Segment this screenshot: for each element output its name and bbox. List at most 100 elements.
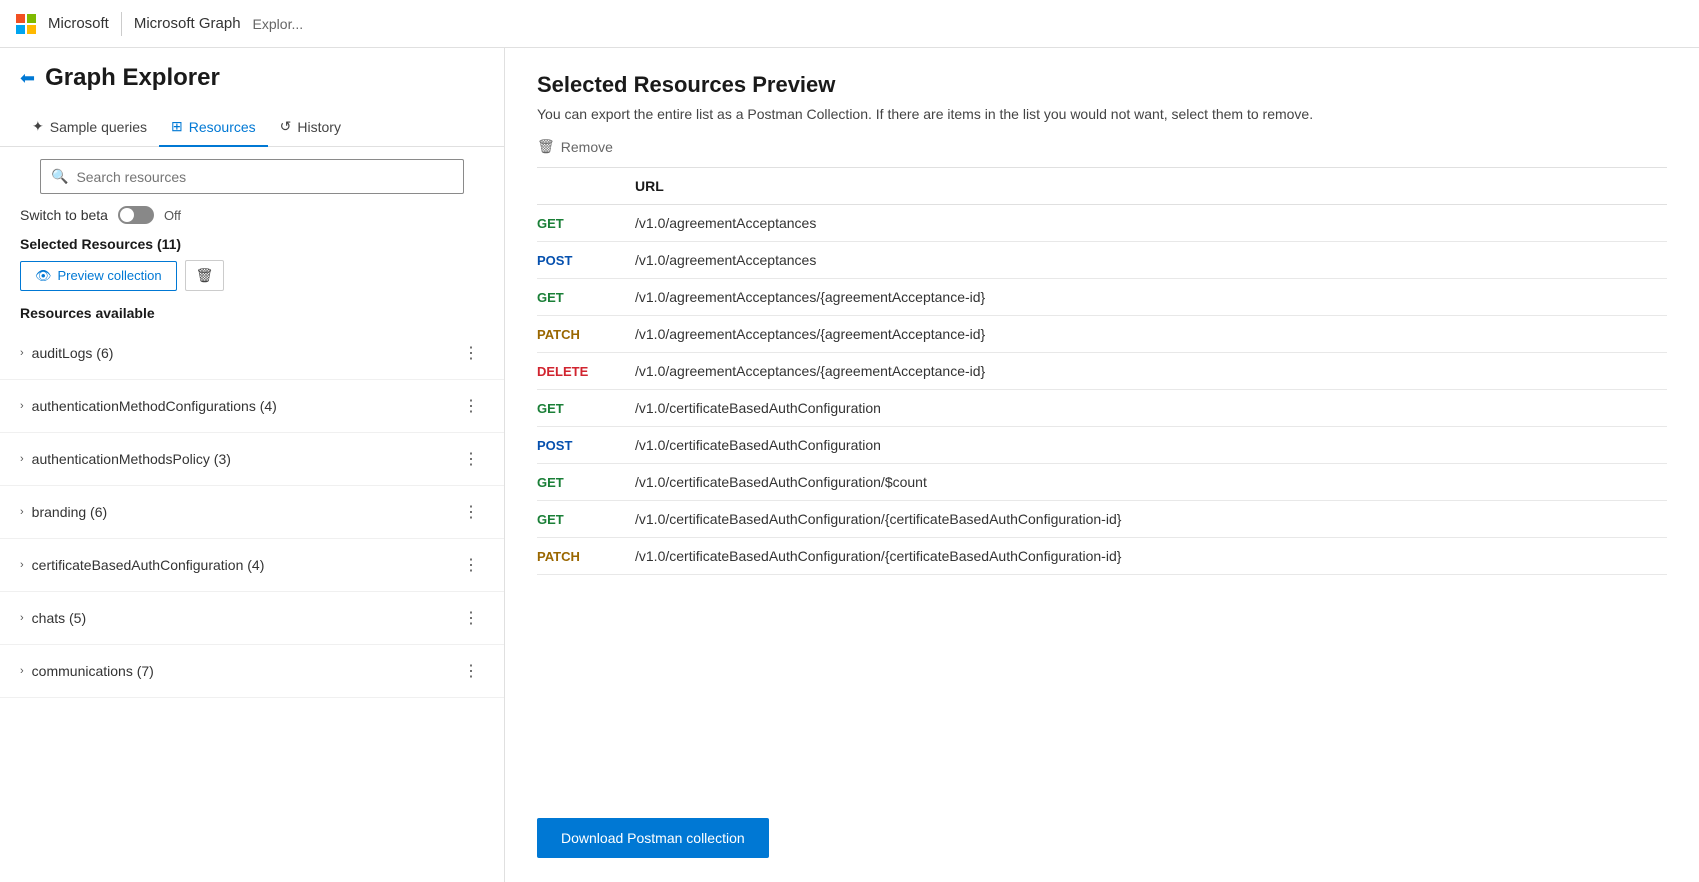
list-item[interactable]: › chats (5) ⋮ [0,592,504,645]
resource-name: certificateBasedAuthConfiguration (4) [32,557,265,573]
selected-resources-actions: 👁 Preview collection 🗑 [0,260,504,301]
more-options-icon[interactable]: ⋮ [459,445,484,473]
table-row[interactable]: DELETE/v1.0/agreementAcceptances/{agreem… [537,353,1667,390]
list-item[interactable]: › authenticationMethodsPolicy (3) ⋮ [0,433,504,486]
page-label: Explor... [253,16,304,32]
method-cell: POST [537,242,627,279]
chevron-right-icon: › [20,347,24,359]
history-icon: ↺ [280,118,292,135]
list-item[interactable]: › communications (7) ⋮ [0,645,504,698]
list-item[interactable]: › branding (6) ⋮ [0,486,504,539]
preview-collection-button[interactable]: 👁 Preview collection [20,261,177,291]
product-label: Microsoft Graph [134,15,241,32]
table-row[interactable]: GET/v1.0/agreementAcceptances [537,205,1667,242]
beta-toggle[interactable] [118,206,154,224]
list-item[interactable]: › auditLogs (6) ⋮ [0,327,504,380]
table-row[interactable]: GET/v1.0/certificateBasedAuthConfigurati… [537,390,1667,427]
col-header-method [537,168,627,205]
resources-icon: ⊞ [171,118,183,135]
table-row[interactable]: GET/v1.0/certificateBasedAuthConfigurati… [537,501,1667,538]
preview-icon: 👁 [35,268,52,284]
chevron-right-icon: › [20,506,24,518]
beta-row: Switch to beta Off [0,194,504,232]
remove-row: 🗑 Remove [537,138,1667,168]
more-options-icon[interactable]: ⋮ [459,551,484,579]
microsoft-label: Microsoft [48,15,109,32]
resource-list: › auditLogs (6) ⋮ › authenticationMethod… [0,327,504,882]
resource-name: authenticationMethodConfigurations (4) [32,398,277,414]
url-cell: /v1.0/certificateBasedAuthConfiguration/… [627,501,1667,538]
method-cell: PATCH [537,538,627,575]
url-cell: /v1.0/agreementAcceptances/{agreementAcc… [627,353,1667,390]
url-cell: /v1.0/certificateBasedAuthConfiguration/… [627,538,1667,575]
url-cell: /v1.0/agreementAcceptances/{agreementAcc… [627,279,1667,316]
url-cell: /v1.0/certificateBasedAuthConfiguration/… [627,464,1667,501]
resource-name: authenticationMethodsPolicy (3) [32,451,231,467]
sample-queries-icon: ✦ [32,118,44,135]
topbar-divider [121,12,122,36]
trash-icon: 🗑 [537,138,555,155]
nav-tabs: ✦ Sample queries ⊞ Resources ↺ History [0,108,504,147]
more-options-icon[interactable]: ⋮ [459,339,484,367]
tab-resources-label: Resources [189,119,256,135]
method-cell: POST [537,427,627,464]
remove-label: Remove [561,139,613,155]
microsoft-logo [16,14,36,34]
chevron-right-icon: › [20,665,24,677]
col-header-url: URL [627,168,1667,205]
download-row: Download Postman collection [537,798,1667,882]
chevron-right-icon: › [20,559,24,571]
resources-table: URL GET/v1.0/agreementAcceptancesPOST/v1… [537,168,1667,575]
back-icon: ⬅ [20,68,35,89]
table-row[interactable]: GET/v1.0/certificateBasedAuthConfigurati… [537,464,1667,501]
tab-history[interactable]: ↺ History [268,108,353,147]
resources-available-header: Resources available [0,301,504,327]
search-icon: 🔍 [51,168,68,185]
method-cell: GET [537,205,627,242]
url-cell: /v1.0/agreementAcceptances/{agreementAcc… [627,316,1667,353]
panel-title: Selected Resources Preview [537,72,1667,98]
method-cell: DELETE [537,353,627,390]
more-options-icon[interactable]: ⋮ [459,498,484,526]
method-cell: GET [537,464,627,501]
url-cell: /v1.0/agreementAcceptances [627,205,1667,242]
download-postman-button[interactable]: Download Postman collection [537,818,769,858]
sidebar: ⬅ Graph Explorer ✦ Sample queries ⊞ Reso… [0,48,505,882]
panel-subtitle: You can export the entire list as a Post… [537,106,1667,122]
remove-button[interactable]: 🗑 Remove [537,138,613,155]
tab-sample-queries[interactable]: ✦ Sample queries [20,108,159,147]
url-cell: /v1.0/certificateBasedAuthConfiguration [627,427,1667,464]
table-row[interactable]: POST/v1.0/certificateBasedAuthConfigurat… [537,427,1667,464]
more-options-icon[interactable]: ⋮ [459,392,484,420]
table-row[interactable]: GET/v1.0/agreementAcceptances/{agreement… [537,279,1667,316]
more-options-icon[interactable]: ⋮ [459,657,484,685]
search-bar: 🔍 [40,159,464,194]
resource-name: communications (7) [32,663,154,679]
tab-sample-queries-label: Sample queries [50,119,147,135]
resource-name: branding (6) [32,504,108,520]
right-panel: Selected Resources Preview You can expor… [505,48,1699,882]
method-cell: GET [537,501,627,538]
method-cell: PATCH [537,316,627,353]
resources-table-container: URL GET/v1.0/agreementAcceptancesPOST/v1… [537,168,1667,798]
resource-name: auditLogs (6) [32,345,114,361]
table-row[interactable]: PATCH/v1.0/agreementAcceptances/{agreeme… [537,316,1667,353]
tab-history-label: History [297,119,341,135]
beta-label: Switch to beta [20,207,108,223]
url-cell: /v1.0/certificateBasedAuthConfiguration [627,390,1667,427]
preview-btn-label: Preview collection [58,268,162,283]
sidebar-header: ⬅ Graph Explorer ✦ Sample queries ⊞ Reso… [0,48,504,194]
chevron-right-icon: › [20,453,24,465]
table-row[interactable]: PATCH/v1.0/certificateBasedAuthConfigura… [537,538,1667,575]
list-item[interactable]: › authenticationMethodConfigurations (4)… [0,380,504,433]
url-cell: /v1.0/agreementAcceptances [627,242,1667,279]
list-item[interactable]: › certificateBasedAuthConfiguration (4) … [0,539,504,592]
tab-resources[interactable]: ⊞ Resources [159,108,268,147]
main-layout: ⬅ Graph Explorer ✦ Sample queries ⊞ Reso… [0,48,1699,882]
delete-selected-button[interactable]: 🗑 [185,260,225,291]
method-cell: GET [537,279,627,316]
more-options-icon[interactable]: ⋮ [459,604,484,632]
selected-resources-header: Selected Resources (11) [0,232,504,260]
table-row[interactable]: POST/v1.0/agreementAcceptances [537,242,1667,279]
search-input[interactable] [76,169,453,185]
